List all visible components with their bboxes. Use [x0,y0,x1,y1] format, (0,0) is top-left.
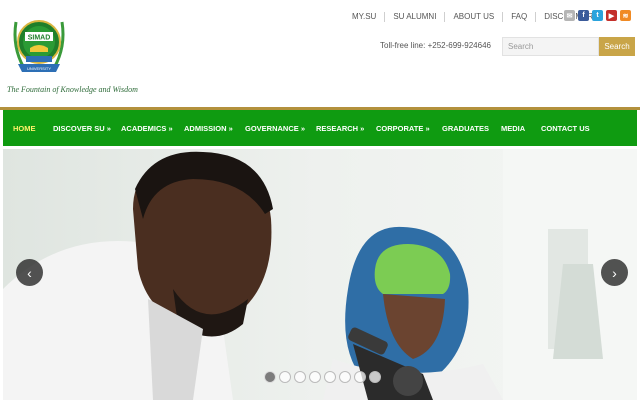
search-button[interactable]: Search [599,37,635,56]
slider-dot-7[interactable] [354,371,366,383]
nav-research[interactable]: RESEARCH » [316,124,364,133]
slider-dot-6[interactable] [339,371,351,383]
main-nav: HOME DISCOVER SU » ACADEMICS » ADMISSION… [3,110,637,146]
nav-discover-su[interactable]: DISCOVER SU » [53,124,111,133]
toplink-my-su[interactable]: MY.SU [344,12,386,22]
toplink-faq[interactable]: FAQ [503,12,537,22]
slider-prev-button[interactable]: ‹ [16,259,43,286]
logo-text: SIMAD [28,35,51,42]
tollfree-line: Toll-free line: +252-699-924646 [380,41,491,50]
slider-next-button[interactable]: › [601,259,628,286]
social-icons: ✉ f t ▶ ≋ [564,10,631,21]
nav-admission[interactable]: ADMISSION » [184,124,233,133]
logo-ribbon-text: UNIVERSITY [27,66,51,71]
nav-contact-us[interactable]: CONTACT US [541,124,590,133]
tagline: The Fountain of Knowledge and Wisdom [7,85,138,94]
nav-graduates[interactable]: GRADUATES [442,124,489,133]
slide-image [3,149,637,400]
nav-corporate[interactable]: CORPORATE » [376,124,430,133]
slider-dots [264,371,381,383]
hero-slider[interactable] [3,149,637,400]
slider-dot-1[interactable] [264,371,276,383]
slider-dot-4[interactable] [309,371,321,383]
nav-home[interactable]: HOME [13,124,36,133]
toplink-about-us[interactable]: ABOUT US [445,12,504,22]
nav-media[interactable]: MEDIA [501,124,525,133]
twitter-icon[interactable]: t [592,10,603,21]
nav-academics[interactable]: ACADEMICS » [121,124,173,133]
rss-icon[interactable]: ≋ [620,10,631,21]
slider-dot-3[interactable] [294,371,306,383]
slider-dot-5[interactable] [324,371,336,383]
toplink-su-alumni[interactable]: SU ALUMNI [385,12,446,22]
slider-dot-8[interactable] [369,371,381,383]
chevron-right-icon: › [612,264,617,281]
page: SIMAD UNIVERSITY The Fountain of Knowled… [0,0,640,400]
facebook-icon[interactable]: f [578,10,589,21]
chevron-left-icon: ‹ [27,264,32,281]
mail-icon[interactable]: ✉ [564,10,575,21]
slider-dot-2[interactable] [279,371,291,383]
university-logo[interactable]: SIMAD UNIVERSITY [10,12,68,82]
top-links: MY.SU SU ALUMNI ABOUT US FAQ DISCLAIMER [344,12,601,22]
youtube-icon[interactable]: ▶ [606,10,617,21]
nav-governance[interactable]: GOVERNANCE » [245,124,305,133]
search-input[interactable] [502,37,599,56]
